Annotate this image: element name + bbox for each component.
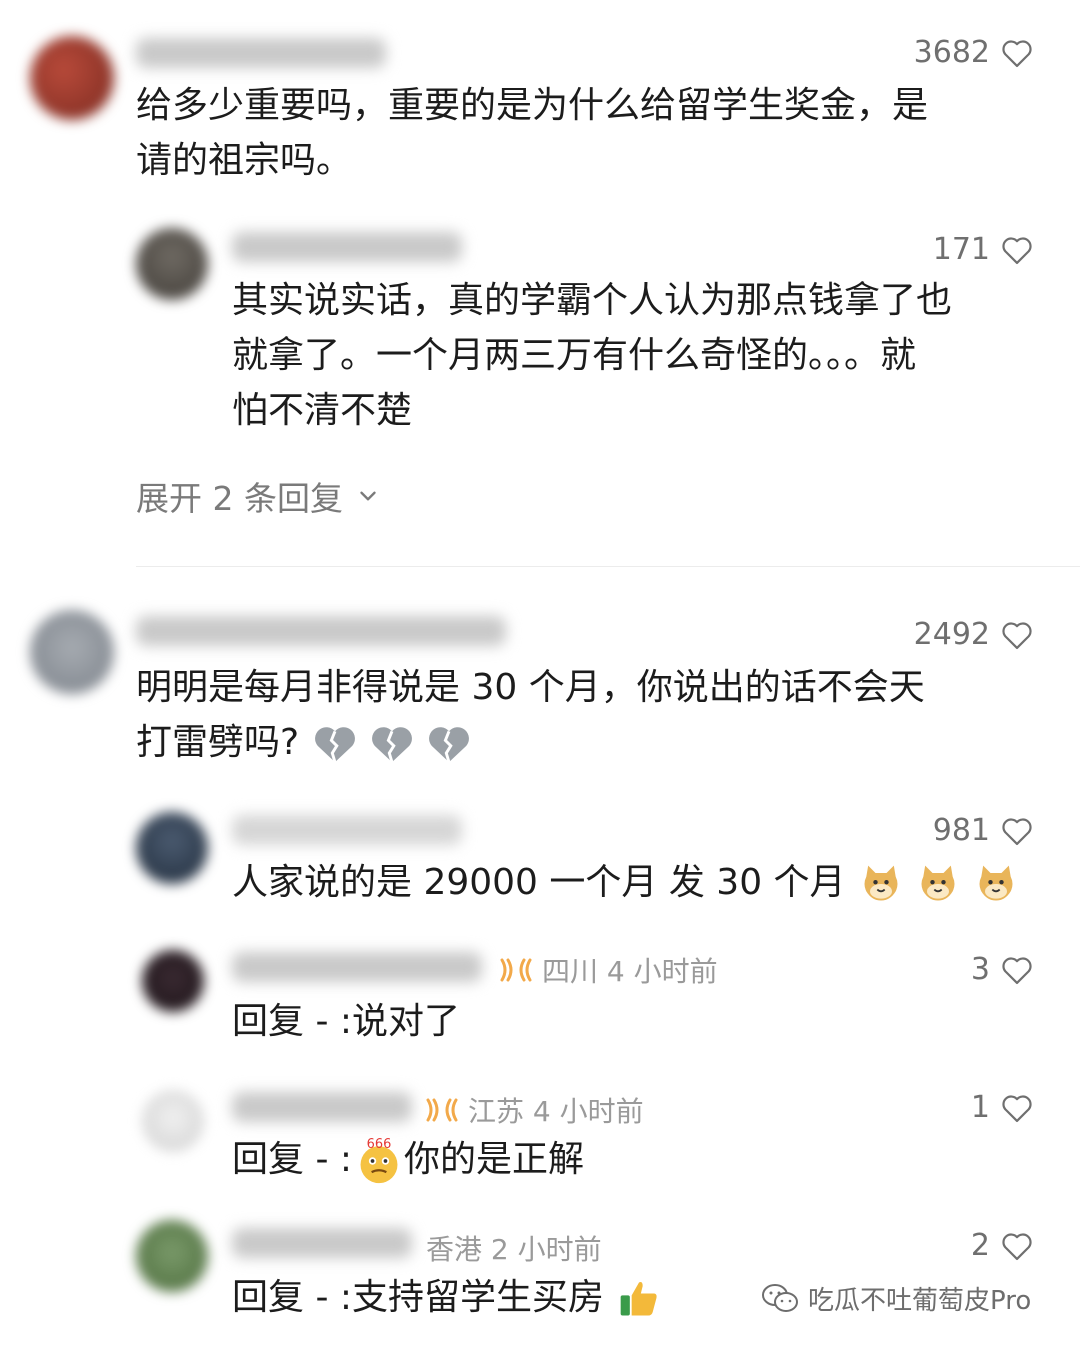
broken-heart-emoji-icon (429, 727, 470, 763)
expand-replies-label: 展开 2 条回复 (136, 479, 343, 518)
username-blurred[interactable] (136, 38, 386, 68)
heart-outline-icon[interactable] (1000, 620, 1034, 650)
expand-replies-button[interactable]: 展开 2 条回复 (136, 472, 381, 520)
heart-outline-icon[interactable] (1000, 1093, 1034, 1123)
heart-outline-icon[interactable] (1000, 38, 1034, 68)
reply-text: 回复 - :说对了 (232, 1001, 461, 1042)
broken-heart-emoji-icon (314, 727, 355, 763)
like-count-label: 2492 (913, 617, 990, 652)
username-blurred[interactable] (232, 232, 462, 262)
reply-meta: 四川 4 小时前 (498, 950, 718, 990)
username-blurred[interactable] (232, 952, 482, 982)
like-count[interactable]: 1 (971, 1090, 1034, 1125)
watermark: 吃瓜不吐葡萄皮Pro (760, 1280, 1031, 1317)
comment-text-line: 明明是每月非得说是 30 个月，你说出的话不会天 (136, 667, 925, 708)
location-time: 四川 4 小时前 (542, 955, 718, 988)
reply-text: 回复 - :支持留学生买房 (232, 1270, 661, 1325)
broken-heart-emoji-icon (372, 727, 412, 763)
heart-outline-icon[interactable] (1000, 1231, 1034, 1261)
reply-text-fragment: 回复 - :支持留学生买房 (232, 1277, 605, 1318)
like-count[interactable]: 981 (933, 813, 1034, 848)
reply-text-fragment: 你的是正解 (404, 1139, 585, 1180)
avatar[interactable] (142, 950, 204, 1012)
thumbs-up-emoji-icon (621, 1282, 658, 1316)
like-count-label: 3682 (913, 35, 990, 70)
reply-meta: 江苏 4 小时前 (424, 1090, 644, 1130)
avatar[interactable] (142, 1090, 204, 1152)
reply-text-fragment: 人家说的是 29000 一个月 发 30 个月 (232, 862, 846, 903)
reply-text-fragment: 回复 - : (232, 1139, 353, 1180)
comment-text-fragment: 打雷劈吗? (136, 722, 300, 763)
verified-badge-icon (500, 958, 532, 982)
reply-text: 其实说实话，真的学霸个人认为那点钱拿了也 就拿了。一个月两三万有什么奇怪的。。。… (232, 273, 952, 438)
like-count[interactable]: 171 (933, 232, 1034, 267)
comment-text-line: 打雷劈吗? (136, 715, 925, 770)
heart-outline-icon[interactable] (1000, 235, 1034, 265)
like-count-label: 2 (970, 1228, 990, 1263)
reply-meta: 香港 2 小时前 (426, 1228, 602, 1268)
comment-text-line: 其实说实话，真的学霸个人认为那点钱拿了也 (232, 280, 953, 321)
avatar[interactable] (136, 1220, 208, 1292)
location-time: 江苏 4 小时前 (468, 1095, 644, 1128)
username-blurred[interactable] (136, 616, 506, 646)
like-count[interactable]: 2 (971, 1228, 1034, 1263)
comment-text-line: 请的祖宗吗。 (136, 140, 353, 181)
wechat-icon (762, 1283, 798, 1312)
location-time: 香港 2 小时前 (426, 1233, 602, 1266)
666-emoji-icon: 666 (360, 1137, 398, 1184)
like-count-label: 981 (932, 813, 990, 848)
like-count-label: 1 (970, 1090, 990, 1125)
like-count-label: 171 (932, 232, 990, 267)
doge-emoji-icon (864, 865, 898, 901)
heart-outline-icon[interactable] (1000, 955, 1034, 985)
avatar[interactable] (30, 36, 114, 120)
avatar[interactable] (136, 228, 208, 300)
doge-emoji-icon (921, 865, 955, 901)
like-count-label: 3 (970, 952, 990, 987)
watermark-text: 吃瓜不吐葡萄皮Pro (808, 1286, 1032, 1316)
reply-text: 人家说的是 29000 一个月 发 30 个月 (232, 855, 1018, 910)
like-count[interactable]: 3 (971, 952, 1034, 987)
emoji-label: 666 (367, 1137, 392, 1152)
heart-outline-icon[interactable] (1000, 816, 1034, 846)
doge-emoji-icon (979, 865, 1013, 901)
comment-text-line: 怕不清不楚 (232, 390, 413, 431)
comment-text-line: 就拿了。一个月两三万有什么奇怪的。。。就 (232, 335, 917, 376)
username-blurred[interactable] (232, 1092, 412, 1122)
comment-text-line: 给多少重要吗，重要的是为什么给留学生奖金，是 (136, 85, 929, 126)
avatar[interactable] (136, 812, 208, 884)
username-blurred[interactable] (232, 815, 462, 845)
comment-text: 明明是每月非得说是 30 个月，你说出的话不会天 打雷劈吗? (136, 660, 925, 770)
like-count[interactable]: 3682 (914, 35, 1034, 70)
verified-badge-icon (426, 1098, 458, 1122)
like-count[interactable]: 2492 (914, 617, 1034, 652)
comment-text: 给多少重要吗，重要的是为什么给留学生奖金，是 请的祖宗吗。 (136, 78, 928, 188)
reply-text: 回复 - : 666 你的是正解 (232, 1132, 584, 1187)
divider (136, 566, 1080, 567)
username-blurred[interactable] (232, 1228, 412, 1258)
avatar[interactable] (30, 610, 114, 694)
chevron-down-icon (360, 491, 376, 501)
